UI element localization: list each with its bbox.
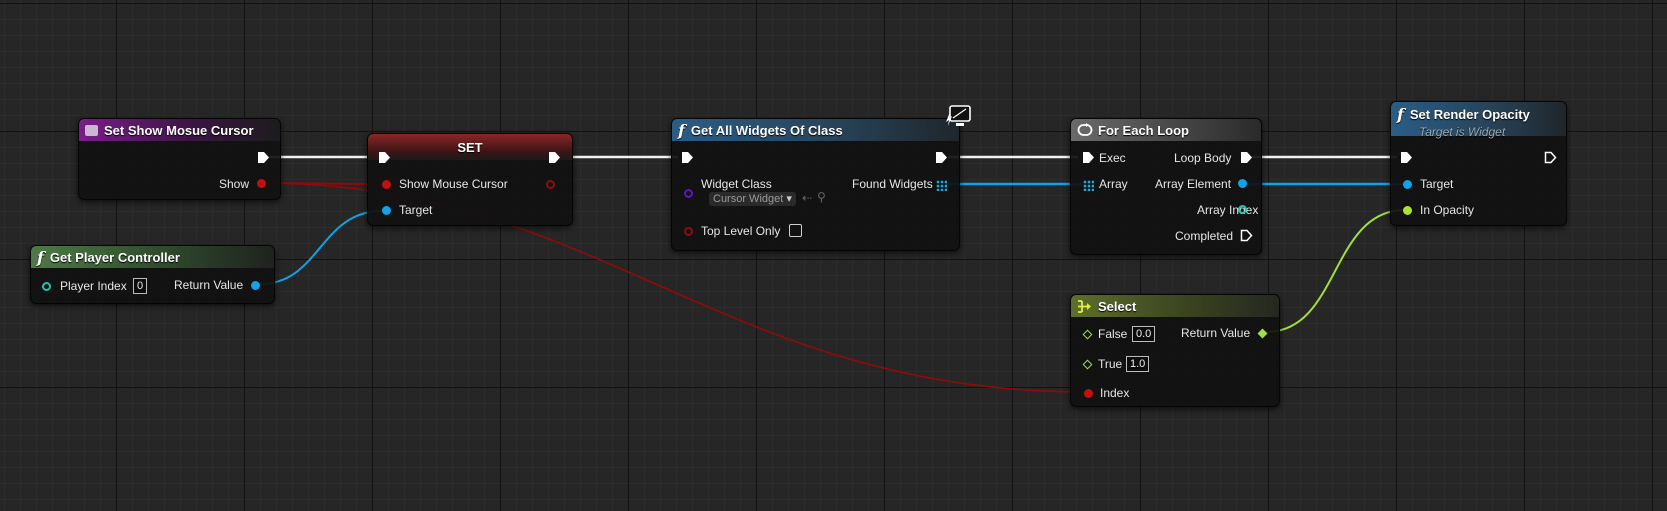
exec-input-pin[interactable]: [681, 151, 694, 164]
return-value-label: Return Value: [1181, 326, 1251, 340]
node-header: Select: [1071, 295, 1279, 317]
exec-output-pin[interactable]: [257, 151, 270, 164]
exec-input-pin[interactable]: [378, 151, 391, 164]
top-level-only-checkbox[interactable]: [789, 224, 802, 237]
loop-icon: [1077, 123, 1093, 136]
node-title: Select: [1098, 298, 1137, 314]
completed-pin[interactable]: [1240, 229, 1253, 242]
exec-output-pin[interactable]: [548, 151, 561, 164]
loop-body-label: Loop Body: [1174, 151, 1232, 165]
node-header: f Set Render Opacity Target is Widget: [1391, 102, 1566, 139]
array-element-pin[interactable]: [1238, 179, 1247, 188]
player-index-label: Player Index: [60, 279, 127, 293]
found-widgets-label: Found Widgets: [852, 177, 933, 191]
node-title: SET: [457, 139, 483, 155]
for-each-loop-node[interactable]: For Each Loop Exec Loop Body Array Array…: [1070, 118, 1262, 255]
index-pin[interactable]: [1084, 389, 1093, 398]
show-label: Show: [219, 177, 250, 191]
widget-class-dropdown[interactable]: Cursor Widget ▾: [709, 192, 796, 206]
use-selected-icon[interactable]: ⇠: [802, 191, 812, 205]
node-subtitle: Target is Widget: [1419, 125, 1506, 139]
false-value-input[interactable]: 0.0: [1132, 326, 1156, 342]
top-level-only-label: Top Level Only: [701, 224, 781, 238]
node-title: For Each Loop: [1098, 122, 1189, 138]
show-pin[interactable]: [257, 179, 266, 188]
select-node[interactable]: Select False 0.0 Return Value True 1.0 I…: [1070, 294, 1280, 407]
array-index-label: Array Index: [1197, 203, 1259, 217]
in-opacity-pin[interactable]: [1403, 206, 1412, 215]
set-render-opacity-node[interactable]: f Set Render Opacity Target is Widget Ta…: [1390, 101, 1567, 226]
return-value-pin[interactable]: [1257, 328, 1268, 339]
array-pin-icon[interactable]: [1083, 180, 1094, 191]
show-mouse-cursor-output-pin[interactable]: [546, 180, 555, 189]
node-title: Get Player Controller: [49, 249, 180, 265]
top-level-only-pin[interactable]: [684, 227, 693, 236]
false-label: False: [1098, 327, 1128, 341]
player-index-input[interactable]: 0: [133, 278, 148, 294]
show-mouse-cursor-label: Show Mouse Cursor: [399, 177, 508, 191]
node-header: For Each Loop: [1071, 119, 1261, 141]
exec-input-pin[interactable]: [1400, 151, 1413, 164]
exec-input-pin[interactable]: [1082, 151, 1095, 164]
show-mouse-cursor-pin[interactable]: [382, 180, 391, 189]
true-value-input[interactable]: 1.0: [1126, 356, 1150, 372]
target-pin[interactable]: [1403, 180, 1412, 189]
target-label: Target: [399, 203, 433, 217]
return-value-pin[interactable]: [251, 281, 260, 290]
player-index-pin[interactable]: [42, 282, 51, 291]
array-label: Array: [1099, 177, 1128, 191]
node-title: Get All Widgets Of Class: [690, 122, 843, 138]
array-index-pin[interactable]: [1238, 205, 1247, 214]
exec-output-pin[interactable]: [935, 151, 948, 164]
widget-class-pin[interactable]: [684, 189, 693, 198]
completed-label: Completed: [1175, 229, 1234, 243]
true-label: True: [1098, 357, 1123, 371]
true-pin[interactable]: [1082, 359, 1093, 370]
array-element-label: Array Element: [1155, 177, 1232, 191]
node-title: Set Render Opacity: [1409, 107, 1530, 122]
return-value-label: Return Value: [174, 278, 244, 292]
get-all-widgets-of-class-node[interactable]: f Get All Widgets Of Class Widget Class …: [671, 105, 971, 251]
select-icon: [1078, 299, 1091, 313]
node-header: Set Show Mosue Cursor: [79, 119, 280, 141]
array-pin-icon[interactable]: [936, 180, 947, 191]
target-label: Target: [1420, 177, 1454, 191]
exec-label: Exec: [1099, 151, 1126, 165]
widget-class-label: Widget Class: [701, 177, 772, 191]
object-wire: [259, 210, 383, 285]
browse-icon[interactable]: ⚲: [817, 190, 826, 204]
index-label: Index: [1100, 386, 1130, 400]
function-icon: f: [37, 247, 44, 267]
function-icon: f: [1397, 105, 1404, 124]
widget-class-value: Cursor Widget: [713, 193, 784, 205]
function-icon: f: [678, 120, 685, 140]
node-header: f Get Player Controller: [31, 246, 274, 268]
node-header: SET: [368, 134, 572, 160]
set-node[interactable]: SET Show Mouse Cursor Target: [367, 133, 573, 226]
false-pin[interactable]: [1082, 329, 1093, 340]
exec-output-pin[interactable]: [1544, 151, 1557, 164]
chevron-down-icon: ▾: [786, 193, 792, 205]
set-show-mouse-cursor-node[interactable]: Set Show Mosue Cursor Show: [78, 118, 281, 200]
event-icon: [85, 124, 98, 136]
node-header: f Get All Widgets Of Class: [672, 119, 959, 141]
target-pin[interactable]: [382, 206, 391, 215]
node-title: Set Show Mosue Cursor: [104, 122, 254, 138]
monitor-icon: [946, 105, 971, 126]
get-player-controller-node[interactable]: f Get Player Controller Player Index 0 R…: [30, 245, 275, 304]
in-opacity-label: In Opacity: [1420, 203, 1475, 217]
loop-body-pin[interactable]: [1240, 151, 1253, 164]
float-wire: [1265, 209, 1406, 333]
